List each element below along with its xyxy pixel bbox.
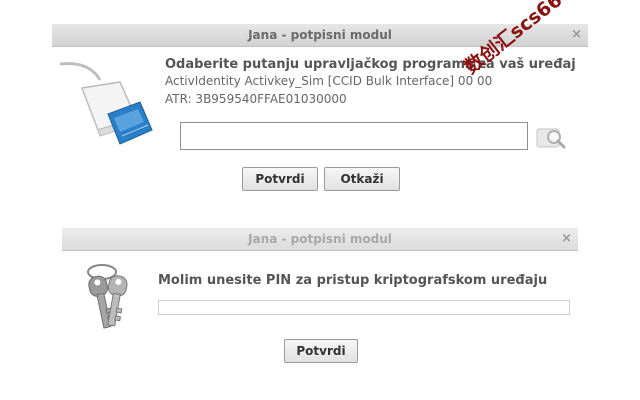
device-name-text: ActivIdentity Activkey_Sim [CCID Bulk In… (165, 74, 493, 88)
cancel-button[interactable]: Otkaži (324, 167, 400, 191)
pin-confirm-button[interactable]: Potvrdi (284, 339, 358, 363)
confirm-button[interactable]: Potvrdi (242, 167, 318, 191)
close-icon[interactable]: × (561, 228, 572, 250)
dialog-title: Jana - potpisni modul (248, 232, 392, 246)
smart-card-reader-icon (58, 58, 158, 150)
keys-icon (80, 260, 134, 332)
driver-path-input[interactable] (180, 122, 528, 150)
dialog-title: Jana - potpisni modul (248, 28, 392, 42)
pin-heading: Molim unesite PIN za pristup kriptografs… (158, 273, 548, 288)
magnifier-browse-icon[interactable] (536, 126, 566, 150)
driver-path-heading: Odaberite putanju upravljačkog programa … (165, 57, 576, 72)
pin-input[interactable] (158, 300, 570, 315)
dialog-titlebar[interactable]: Jana - potpisni modul × (62, 228, 578, 251)
atr-text: ATR: 3B959540FFAE01030000 (165, 92, 347, 106)
close-icon[interactable]: × (571, 24, 582, 46)
